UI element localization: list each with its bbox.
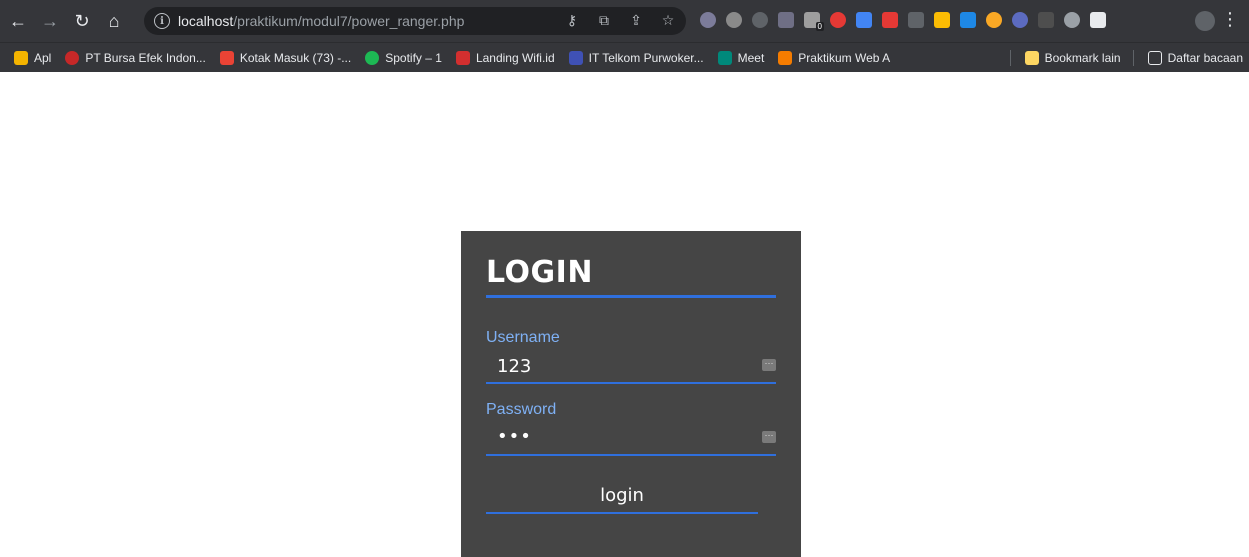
password-field[interactable]: ••• ···	[486, 422, 776, 456]
bookmark-label: Apl	[34, 50, 52, 65]
password-label: Password	[486, 401, 557, 418]
bookmarks-bar: Apl PT Bursa Efek Indon... Kotak Masuk (…	[0, 42, 1249, 72]
autofill-key-icon[interactable]: ···	[762, 431, 776, 443]
bookmark-label: PT Bursa Efek Indon...	[85, 50, 206, 65]
drive-icon[interactable]	[934, 12, 950, 28]
profile-avatar[interactable]	[1195, 11, 1215, 31]
url-text[interactable]: localhost/praktikum/modul7/power_ranger.…	[178, 13, 464, 29]
stop-hand-icon[interactable]	[830, 12, 846, 28]
chat-extension-icon[interactable]	[1012, 12, 1028, 28]
bookmark-label: Kotak Masuk (73) -...	[239, 50, 352, 65]
praktikum-icon	[778, 50, 793, 65]
site-info-icon[interactable]: i	[154, 13, 170, 29]
wifi-id-icon	[455, 50, 470, 65]
calendar-icon	[568, 50, 583, 65]
reading-list-icon	[1147, 51, 1162, 65]
volume-icon[interactable]	[726, 12, 742, 28]
username-field: ···	[486, 350, 776, 384]
share-icon[interactable]: ⇪	[628, 12, 644, 29]
bookmark-label: Landing Wifi.id	[475, 50, 555, 65]
wifi-extension-icon[interactable]	[960, 12, 976, 28]
bursa-efek-icon	[65, 50, 80, 65]
bookmark-label: Daftar bacaan	[1167, 51, 1243, 65]
title-underline	[486, 295, 776, 298]
key-icon[interactable]: ⚷	[564, 12, 580, 29]
login-button[interactable]: login	[486, 478, 758, 514]
star-icon[interactable]: ☆	[660, 12, 676, 29]
more-extension-icon[interactable]	[908, 12, 924, 28]
url-host: localhost	[178, 13, 234, 29]
bookmark-separator	[1132, 50, 1134, 66]
address-bar[interactable]: i localhost/praktikum/modul7/power_range…	[144, 7, 686, 35]
bookmark-other[interactable]: Bookmark lain	[1024, 51, 1121, 65]
bookmark-separator	[1009, 50, 1011, 66]
bookmark-apps[interactable]: Apl	[14, 50, 52, 65]
bookmark-praktikum[interactable]: Praktikum Web A	[778, 50, 891, 65]
bookmarks-right: Bookmark lain Daftar bacaan	[998, 43, 1243, 73]
back-arrow-icon[interactable]: ←	[4, 7, 32, 35]
translate-extension-icon[interactable]	[856, 12, 872, 28]
camera-icon[interactable]	[1064, 12, 1080, 28]
bookmark-label: Spotify – 1	[385, 50, 442, 65]
bookmark-ittelkom[interactable]: IT Telkom Purwoker...	[568, 50, 704, 65]
extensions-bar: 0	[700, 12, 1106, 31]
bookmark-spotify[interactable]: Spotify – 1	[365, 50, 442, 65]
badge-count: 0	[815, 22, 824, 31]
login-card: LOGIN Username ··· Password ••• ··· logi…	[461, 231, 801, 557]
home-icon[interactable]: ⌂	[100, 7, 128, 35]
bookmark-label: Meet	[737, 50, 765, 65]
meet-icon	[717, 50, 732, 65]
autofill-key-icon[interactable]: ···	[762, 359, 776, 371]
settings-gear-icon[interactable]	[752, 12, 768, 28]
spotify-icon	[365, 50, 380, 65]
folder-icon	[1024, 51, 1039, 65]
address-bar-actions: ⚷ ⧉ ⇪ ☆	[564, 12, 676, 29]
bookmark-meet[interactable]: Meet	[717, 50, 765, 65]
browser-toolbar: ← → ↻ ⌂ i localhost/praktikum/modul7/pow…	[0, 0, 1249, 42]
extension-badge-icon[interactable]: 0	[804, 12, 824, 31]
forward-arrow-icon[interactable]: →	[36, 7, 64, 35]
bookmark-gmail[interactable]: Kotak Masuk (73) -...	[219, 50, 352, 65]
bulb-icon[interactable]	[986, 12, 1002, 28]
puzzle-icon[interactable]	[1090, 12, 1106, 28]
shield-icon[interactable]	[778, 12, 794, 28]
bookmark-label: Bookmark lain	[1044, 51, 1121, 65]
translate-icon[interactable]: ⧉	[596, 12, 612, 29]
reading-list[interactable]: Daftar bacaan	[1147, 51, 1243, 65]
bookmark-label: IT Telkom Purwoker...	[588, 50, 704, 65]
video-extension-icon[interactable]	[882, 12, 898, 28]
apps-grid-icon	[14, 50, 28, 65]
bookmark-label: Praktikum Web A	[798, 50, 891, 65]
notion-icon[interactable]	[1038, 12, 1054, 28]
username-label: Username	[486, 329, 560, 346]
password-input[interactable]: •••	[497, 426, 532, 447]
gmail-icon	[219, 50, 234, 65]
bookmark-wifi-id[interactable]: Landing Wifi.id	[455, 50, 555, 65]
ublock-icon[interactable]	[700, 12, 716, 28]
url-path: /praktikum/modul7/power_ranger.php	[233, 13, 465, 29]
bookmark-bursa-efek[interactable]: PT Bursa Efek Indon...	[65, 50, 206, 65]
menu-dots-icon[interactable]: ⋮	[1221, 10, 1239, 28]
username-input[interactable]	[486, 350, 756, 382]
reload-icon[interactable]: ↻	[68, 7, 96, 35]
login-title: LOGIN	[486, 255, 593, 290]
